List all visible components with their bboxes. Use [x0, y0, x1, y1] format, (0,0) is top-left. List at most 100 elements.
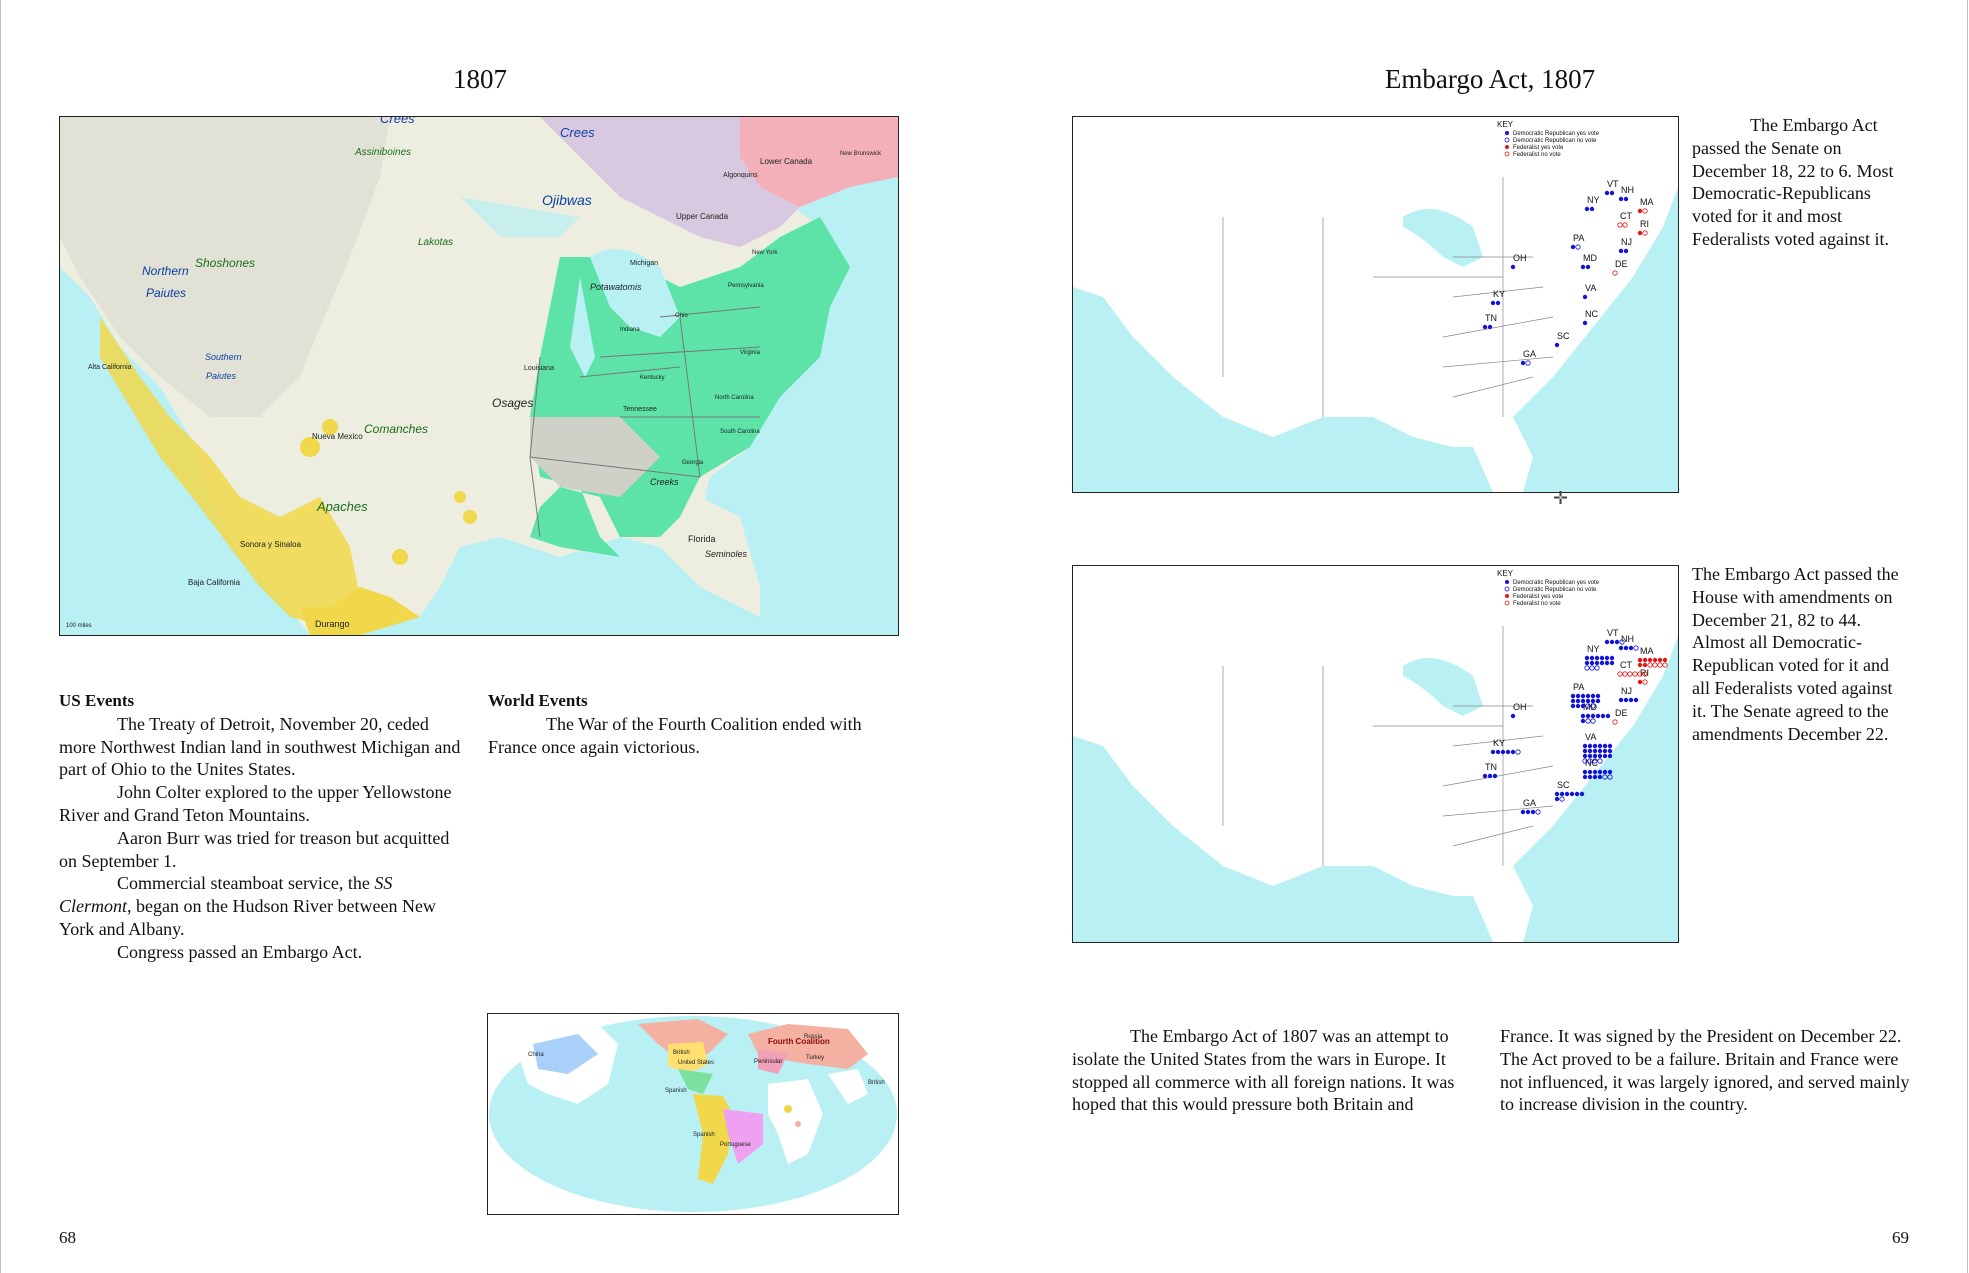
house-vote-dot	[1599, 655, 1605, 661]
map-label-virginia: Virginia	[740, 350, 761, 356]
us-event-embargo: Congress passed an Embargo Act.	[117, 941, 363, 962]
house-vote-dot	[1587, 748, 1593, 754]
house-vote-dot	[1554, 791, 1560, 797]
map-label-georgia: Georgia	[682, 460, 704, 466]
house-vote-dot	[1584, 660, 1590, 666]
house-vote-dot	[1592, 769, 1598, 775]
map-label-sonora: Sonora y Sinaloa	[240, 540, 301, 549]
house-vote-dot	[1609, 660, 1615, 666]
senate-vote-dot	[1580, 264, 1586, 270]
world-events-heading: World Events	[488, 691, 588, 710]
house-vote-dot	[1604, 639, 1610, 645]
house-key-3: Federalist no vote	[1513, 601, 1561, 607]
map-label-crees-top: Crees	[380, 117, 415, 126]
house-vote-dot	[1595, 713, 1601, 719]
house-state-ct: CT	[1620, 660, 1632, 670]
world-label-turkey: Turkey	[806, 1055, 824, 1061]
house-vote-dot	[1592, 743, 1598, 749]
house-vote-dot	[1647, 657, 1653, 663]
senate-key-1: Democratic Republican no vote	[1513, 138, 1597, 144]
map-label-ojibwas: Ojibwas	[542, 192, 592, 208]
senate-vote-dot	[1618, 196, 1624, 202]
house-vote-dot	[1520, 809, 1526, 815]
house-vote-dot	[1582, 774, 1588, 780]
senate-state-nc: NC	[1585, 309, 1598, 319]
senate-vote-dot	[1582, 294, 1588, 300]
senate-state-vt: VT	[1607, 179, 1619, 189]
house-vote-dot	[1602, 743, 1608, 749]
house-vote-dot	[1582, 769, 1588, 775]
house-vote-dot	[1600, 713, 1606, 719]
house-vote-dot	[1618, 645, 1624, 651]
house-vote-dot	[1554, 796, 1560, 802]
map-label-crees: Crees	[560, 125, 595, 140]
map-label-comanches: Comanches	[364, 422, 428, 436]
map-label-pennsylvania: Pennsylvania	[728, 283, 764, 289]
map-label-algonquins: Algonquins	[723, 172, 758, 179]
house-vote-dot	[1580, 698, 1586, 704]
map-label-seminoles: Seminoles	[705, 549, 748, 559]
house-vote-dot	[1589, 655, 1595, 661]
senate-state-oh: OH	[1513, 253, 1527, 263]
senate-vote-dot	[1623, 196, 1629, 202]
world-1807-map: China British United States Spanish Span…	[487, 1013, 899, 1215]
house-vote-dot	[1569, 791, 1575, 797]
house-vote-dot	[1570, 693, 1576, 699]
house-vote-dot	[1597, 769, 1603, 775]
house-vote-dot	[1604, 655, 1610, 661]
map-label-baja: Baja California	[188, 578, 241, 587]
senate-state-ri: RI	[1640, 219, 1649, 229]
house-vote-dot	[1618, 697, 1624, 703]
house-vote-dot	[1510, 749, 1516, 755]
senate-vote-dot	[1554, 342, 1560, 348]
house-vote-dot	[1597, 743, 1603, 749]
senate-vote-dot	[1482, 324, 1488, 330]
world-events-section: World Events The War of the Fourth Coali…	[488, 690, 898, 758]
house-vote-dot	[1597, 753, 1603, 759]
house-vote-dot	[1623, 645, 1629, 651]
house-vote-dot	[1609, 639, 1615, 645]
house-vote-dot	[1607, 753, 1613, 759]
map-label-paiutes: Paiutes	[146, 286, 186, 300]
map-label-northern: Northern	[142, 264, 189, 278]
house-state-ky: KY	[1493, 738, 1505, 748]
map-label-kentucky: Kentucky	[640, 375, 665, 381]
senate-state-ct: CT	[1620, 211, 1632, 221]
house-vote-dot	[1487, 773, 1493, 779]
map-label-lower-canada: Lower Canada	[760, 157, 813, 166]
house-vote-dot	[1575, 693, 1581, 699]
senate-key-title: KEY	[1497, 120, 1514, 129]
map-label-florida: Florida	[688, 534, 716, 544]
house-vote-dot	[1490, 749, 1496, 755]
map-label-new-york: New York	[752, 250, 778, 256]
map-scale: 100 miles	[66, 623, 92, 629]
bottom-text-col2: France. It was signed by the President o…	[1500, 1026, 1910, 1115]
house-vote-dot	[1657, 657, 1663, 663]
house-vote-dot	[1607, 743, 1613, 749]
senate-vote-dot	[1582, 320, 1588, 326]
house-vote-dot	[1602, 748, 1608, 754]
house-state-ma: MA	[1640, 646, 1654, 656]
house-vote-dot	[1592, 748, 1598, 754]
senate-vote-dot	[1585, 264, 1591, 270]
house-vote-dot	[1595, 698, 1601, 704]
senate-vote-dot	[1570, 244, 1576, 250]
senate-state-ky: KY	[1493, 289, 1505, 299]
house-state-pa: PA	[1573, 682, 1584, 692]
right-page-title: Embargo Act, 1807	[1384, 64, 1596, 94]
senate-vote-dot	[1589, 206, 1595, 212]
left-page-edge	[0, 0, 1, 1273]
house-vote-dot	[1628, 645, 1634, 651]
senate-vote-dot	[1510, 264, 1516, 270]
bottom-text-col1: The Embargo Act of 1807 was an attempt t…	[1072, 1026, 1455, 1115]
world-label-british: British	[673, 1050, 690, 1056]
left-page-number: 68	[59, 1228, 76, 1247]
senate-vote-dot	[1623, 248, 1629, 254]
house-vote-map: KEY Democratic Republican yes vote Democ…	[1072, 565, 1679, 943]
house-vote-dot	[1595, 693, 1601, 699]
map-label-paiutes2: Paiutes	[206, 371, 237, 381]
senate-vote-dot	[1584, 206, 1590, 212]
senate-key-0: Democratic Republican yes vote	[1513, 131, 1600, 137]
senate-state-pa: PA	[1573, 233, 1584, 243]
house-vote-dot	[1609, 655, 1615, 661]
